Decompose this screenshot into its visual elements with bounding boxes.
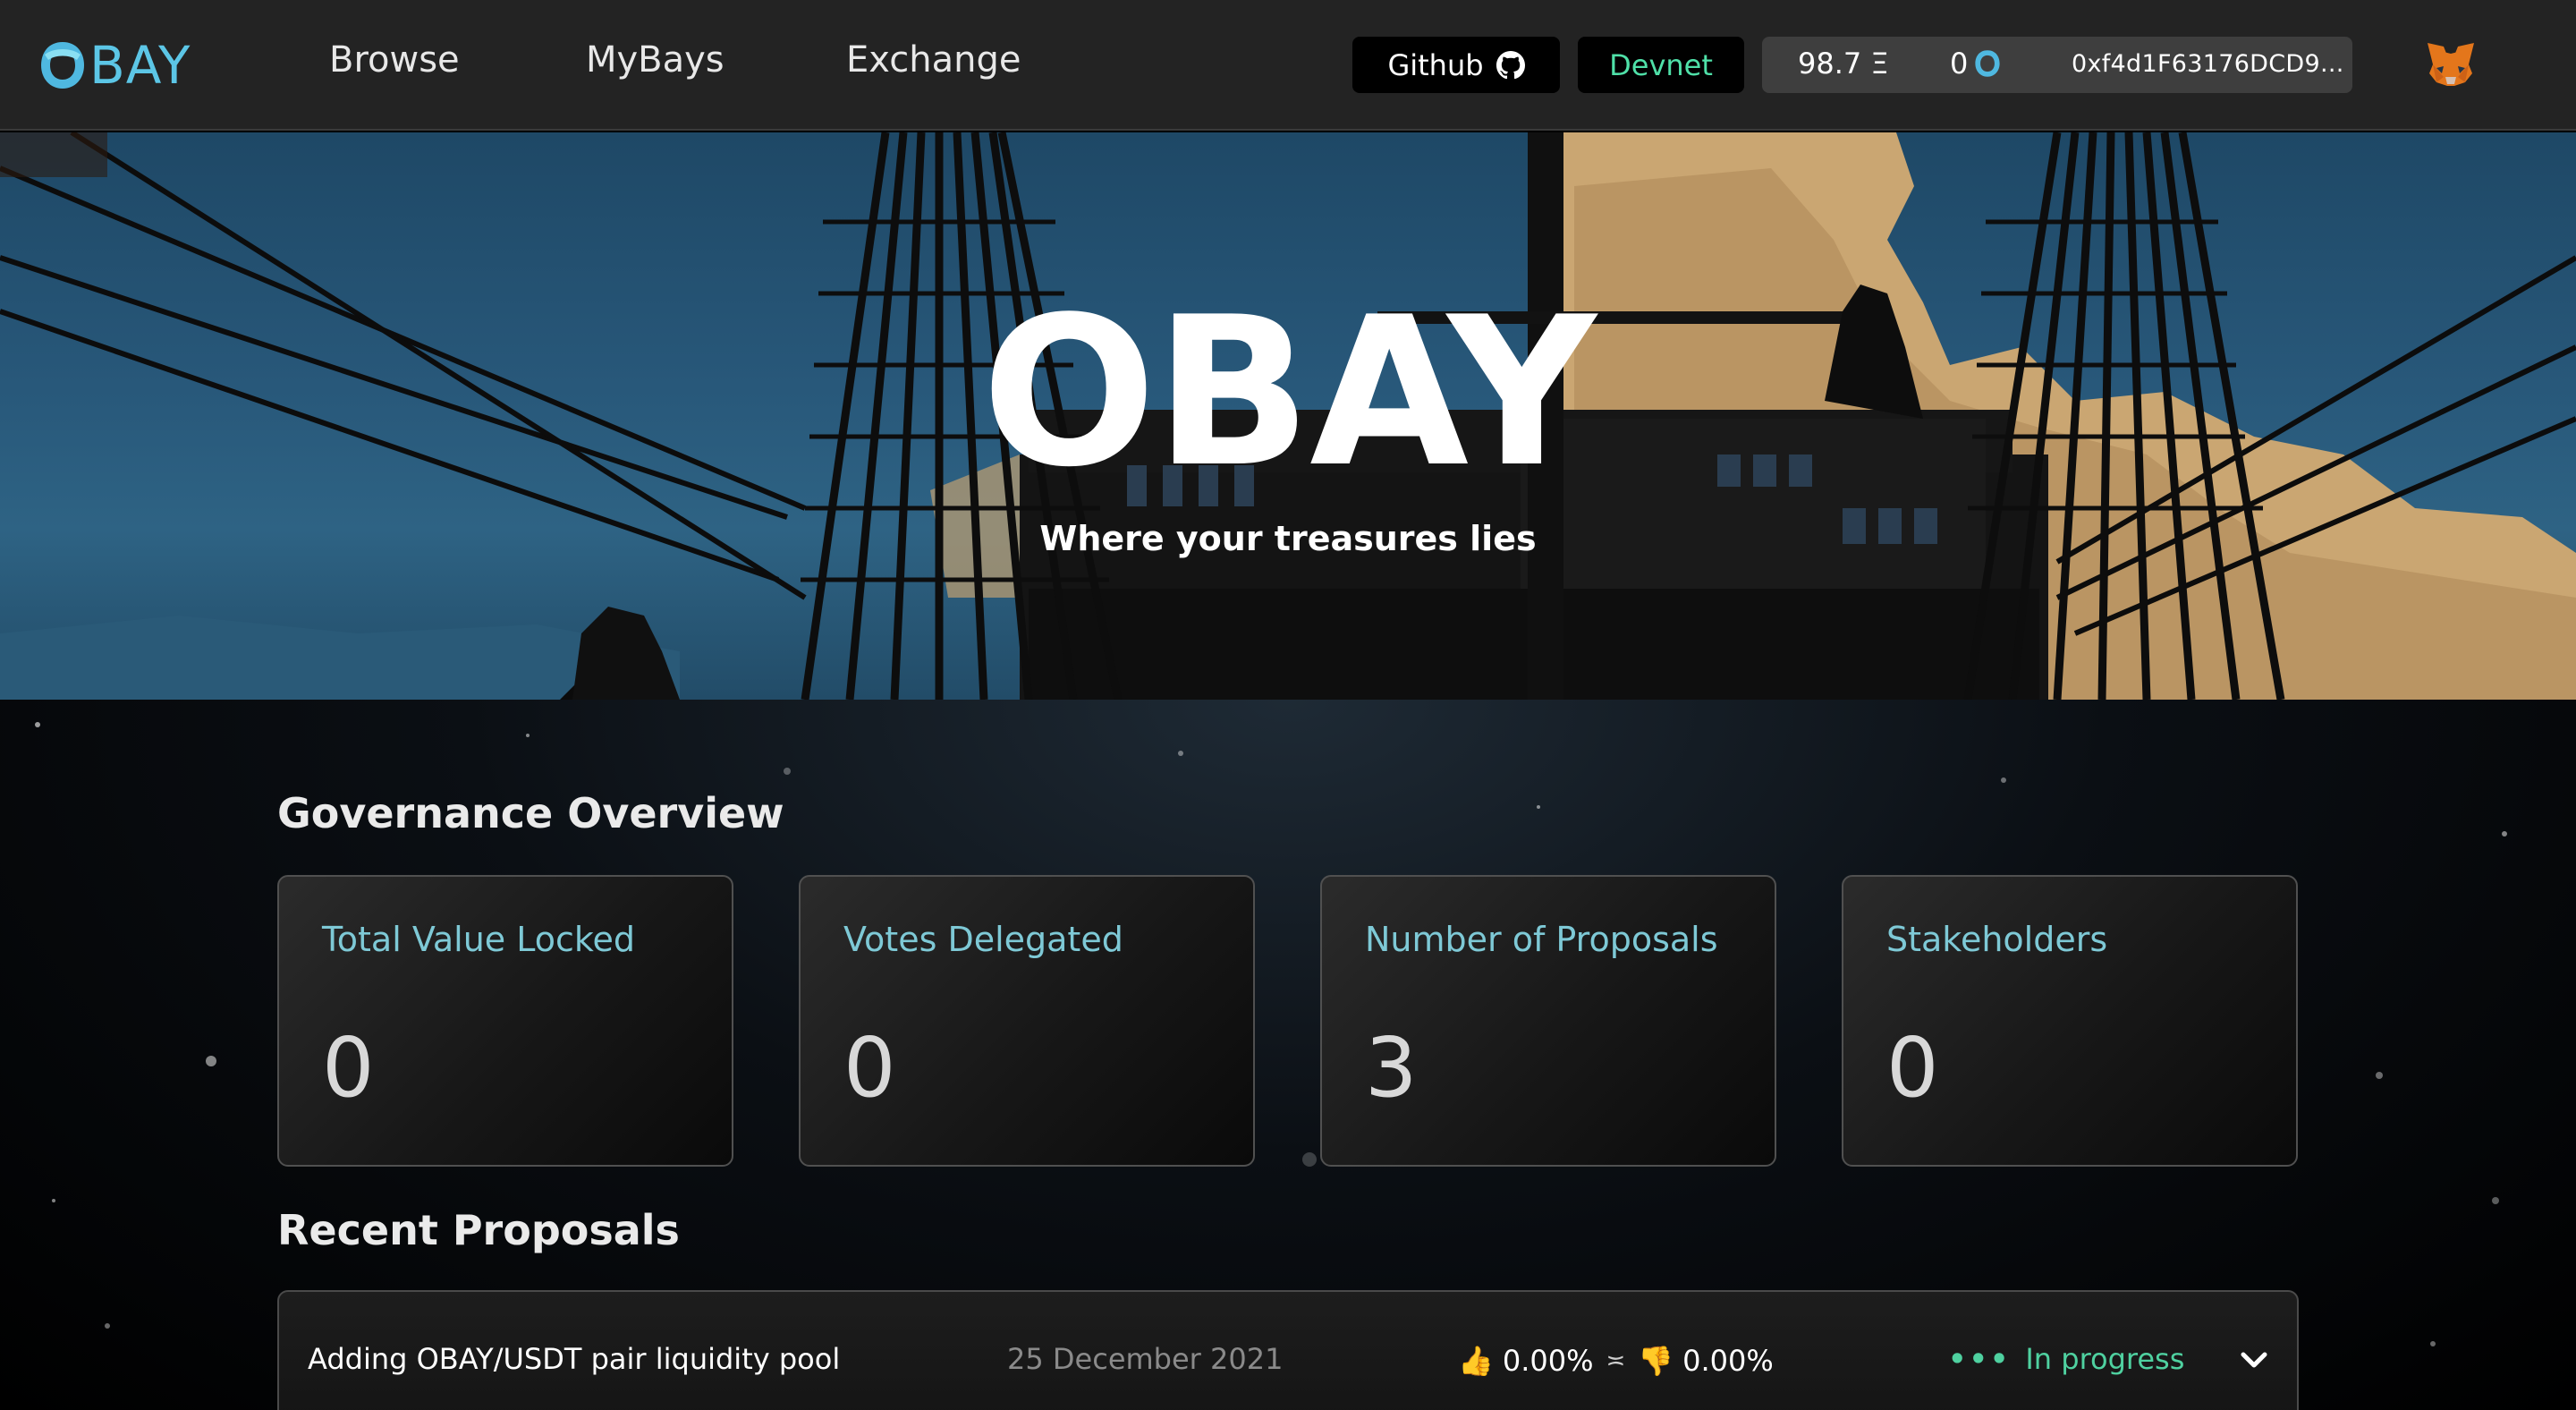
- chevron-down-icon[interactable]: [2240, 1351, 2268, 1371]
- nav-browse-link[interactable]: Browse: [329, 39, 460, 81]
- stat-card-number-of-proposals: Number of Proposals 3: [1320, 875, 1776, 1167]
- no-percentage: 0.00%: [1682, 1344, 1774, 1378]
- obay-logo-icon: [41, 42, 84, 89]
- recent-proposals-title: Recent Proposals: [277, 1206, 680, 1254]
- stat-card-total-value-locked: Total Value Locked 0: [277, 875, 733, 1167]
- github-icon: [1496, 50, 1525, 79]
- status-dots-icon: •••: [1948, 1342, 2012, 1376]
- stat-card-label: Stakeholders: [1886, 920, 2108, 959]
- proposal-status: ••• In progress: [1948, 1342, 2184, 1376]
- main-content: Governance Overview Total Value Locked 0…: [0, 700, 2576, 1410]
- stat-card-votes-delegated: Votes Delegated 0: [799, 875, 1255, 1167]
- wallet-address: 0xf4d1F63176DCD9...: [2072, 50, 2344, 78]
- github-button-label: Github: [1387, 47, 1484, 82]
- yes-percentage: 0.00%: [1502, 1344, 1594, 1378]
- status-label: In progress: [2025, 1342, 2185, 1376]
- stat-card-label: Number of Proposals: [1365, 920, 1718, 959]
- proposal-title: Adding OBAY/USDT pair liquidity pool: [308, 1342, 841, 1376]
- stat-card-value: 0: [843, 1020, 896, 1116]
- network-label: Devnet: [1609, 47, 1713, 82]
- proposal-votes: 👍 0.00% ≍ 👎 0.00%: [1458, 1344, 1774, 1378]
- top-navbar: BAY Browse MyBays Exchange Github Devnet…: [0, 0, 2576, 131]
- network-button[interactable]: Devnet: [1578, 37, 1744, 93]
- thumbs-down-icon: 👎: [1638, 1344, 1674, 1378]
- hero-subtitle: Where your treasures lies: [1039, 519, 1537, 558]
- stat-card-value: 0: [1886, 1020, 1939, 1116]
- obay-balance-value: 0: [1950, 47, 1969, 81]
- hero-title: OBAY: [981, 274, 1596, 513]
- stat-card-label: Total Value Locked: [322, 920, 636, 959]
- home-logo[interactable]: BAY: [38, 34, 191, 97]
- eth-balance: 98.7 Ξ: [1798, 47, 1889, 81]
- stat-card-value: 3: [1365, 1020, 1418, 1116]
- stat-card-stakeholders: Stakeholders 0: [1842, 875, 2298, 1167]
- nav-exchange-link[interactable]: Exchange: [846, 39, 1021, 81]
- github-button[interactable]: Github: [1352, 37, 1560, 93]
- logo-text: BAY: [89, 35, 191, 96]
- governance-overview-title: Governance Overview: [277, 789, 784, 837]
- wallet-info[interactable]: 98.7 Ξ 0 0xf4d1F63176DCD9...: [1762, 37, 2352, 93]
- vote-separator: ≍: [1606, 1347, 1626, 1374]
- metamask-fox-icon[interactable]: [2424, 38, 2478, 91]
- nav-mybays-link[interactable]: MyBays: [586, 39, 724, 81]
- stat-card-label: Votes Delegated: [843, 920, 1123, 959]
- thumbs-up-icon: 👍: [1458, 1344, 1494, 1378]
- hero-banner: OBAY Where your treasures lies: [0, 132, 2576, 700]
- obay-token-icon: [1975, 50, 2000, 77]
- proposal-date: 25 December 2021: [1007, 1342, 1284, 1376]
- stat-card-value: 0: [322, 1020, 375, 1116]
- obay-balance: 0: [1950, 47, 2002, 81]
- proposal-row[interactable]: Adding OBAY/USDT pair liquidity pool 25 …: [277, 1290, 2299, 1410]
